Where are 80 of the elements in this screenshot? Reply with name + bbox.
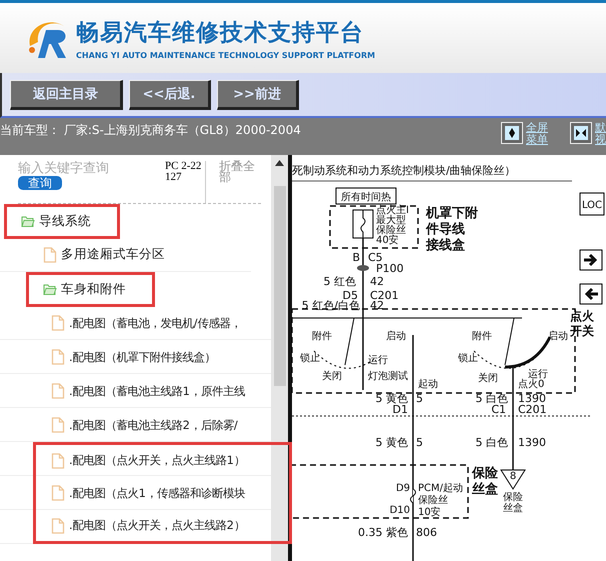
scrollbar-thumb[interactable] [274, 186, 286, 386]
document-icon [51, 452, 65, 468]
diagram-label: 保险丝 [376, 225, 406, 236]
diagram-label: 丝盒 [503, 503, 523, 514]
scroll-up-icon[interactable] [275, 160, 284, 166]
diagram-label: 起动 [418, 379, 438, 390]
diagram-label: P100 [376, 262, 404, 275]
diagram-label: 5 白色 [476, 392, 508, 405]
diagram-label: 关闭 [322, 371, 342, 382]
diagram-label: 锁止 [300, 353, 320, 364]
tree-item[interactable]: .配电图（机罩下附件接线盒） [33, 340, 292, 374]
diagram-label: 保险 [503, 492, 523, 503]
diagram-label: 0.35 紫色 [358, 526, 408, 539]
diagram-label: 关闭 [478, 373, 498, 384]
document-icon [51, 518, 65, 534]
document-icon [51, 315, 65, 331]
diagram-label: B [352, 251, 360, 264]
diagram-label: 5 黄色 [376, 436, 408, 449]
diagram-label: C1 [491, 403, 506, 416]
diagram-label: 10安 [418, 507, 441, 518]
diagram-label: D1 [392, 403, 408, 416]
current-vehicle: 当前车型： 厂家:S-上海别克商务车（GL8）2000-2004 [0, 122, 302, 139]
diagram-label: 5 [416, 392, 423, 405]
document-icon [51, 349, 65, 365]
tree-item[interactable]: 多用途厢式车分区 [40, 243, 168, 266]
diagram-label: 40安 [376, 235, 399, 246]
loc-button[interactable] [580, 192, 604, 216]
search-button[interactable]: 查询 [18, 176, 62, 190]
diagram-label: 5 [416, 436, 423, 449]
nav-button[interactable]: 返回主目录 [10, 80, 123, 110]
tree-item[interactable]: .配电图（蓄电池，发电机/传感器， [33, 306, 292, 340]
diagram-label: 丝盒 [472, 482, 498, 497]
diagram-label: 灯泡测试 [368, 371, 408, 382]
diagram-label: 1390 [518, 436, 546, 449]
diagram-label: 8 [510, 471, 516, 482]
tree-item[interactable]: .配电图（蓄电池主线路1，原件主线 [33, 374, 292, 408]
diagram-label: 5 黄色 [376, 392, 408, 405]
diagram-label: C201 [370, 289, 399, 302]
platform-title: 畅易汽车维修技术支持平台 [76, 18, 365, 48]
diagram-label: D9 [396, 483, 410, 494]
diagram-title: 死制动系统和动力系统控制模块/曲轴保险丝） [292, 164, 516, 177]
nav-button[interactable]: >>前进 [217, 80, 299, 110]
diagram-label: 最大型 [376, 215, 406, 226]
document-icon [51, 417, 65, 433]
diagram-label: 运行 [528, 369, 548, 380]
diagram-label: 接线盒 [426, 238, 465, 253]
document-icon [43, 246, 57, 262]
tree-item[interactable]: .配电图（蓄电池主线路2，后除雾/ [33, 408, 292, 442]
loc-label: LOC [582, 200, 602, 211]
diagram-label: 所有时间热 [341, 192, 391, 203]
nav-button[interactable]: <<后退. [129, 80, 211, 110]
diagram-label: 42 [370, 299, 384, 312]
diagram-label: 锁止 [458, 353, 478, 364]
diagram-label: 机罩下附 [426, 206, 478, 221]
diagram-label: 附件 [472, 331, 492, 342]
tree-item[interactable]: 车身和附件 [26, 272, 155, 306]
diagram-label: 1390 [518, 392, 546, 405]
diagram-label: 保险 [472, 466, 498, 481]
split-view-icon[interactable] [570, 122, 592, 144]
tree-item[interactable]: 导线系统 [4, 204, 120, 238]
document-icon [51, 383, 65, 399]
diagram-label: 件导线 [426, 222, 465, 237]
diagram-label: D10 [390, 505, 410, 516]
diagram-label: 运行 [368, 355, 388, 366]
diagram-label: 806 [416, 526, 437, 539]
diagram-label: PCM/起动 [418, 483, 464, 494]
diagram-label: C5 [368, 251, 383, 264]
diagram-label: 5 白色 [476, 436, 508, 449]
scrollbar[interactable] [271, 155, 288, 561]
code-text: PC 2-22127 [165, 161, 206, 203]
diagram-label: 42 [370, 275, 384, 288]
diagram-label: 点火0 [518, 379, 544, 390]
diagram-label: 保险丝 [418, 495, 448, 506]
document-icon [51, 485, 65, 501]
diagram-label: 5 红色 [324, 275, 356, 288]
expand-view-icon[interactable] [501, 122, 523, 144]
diagram-label: 启动 [386, 331, 406, 342]
diagram-label: 附件 [312, 331, 332, 342]
platform-subtitle: CHANG YI AUTO MAINTENANCE TECHNOLOGY SUPPORT PLATFORM [76, 50, 376, 60]
diagram-label: C201 [518, 403, 547, 416]
